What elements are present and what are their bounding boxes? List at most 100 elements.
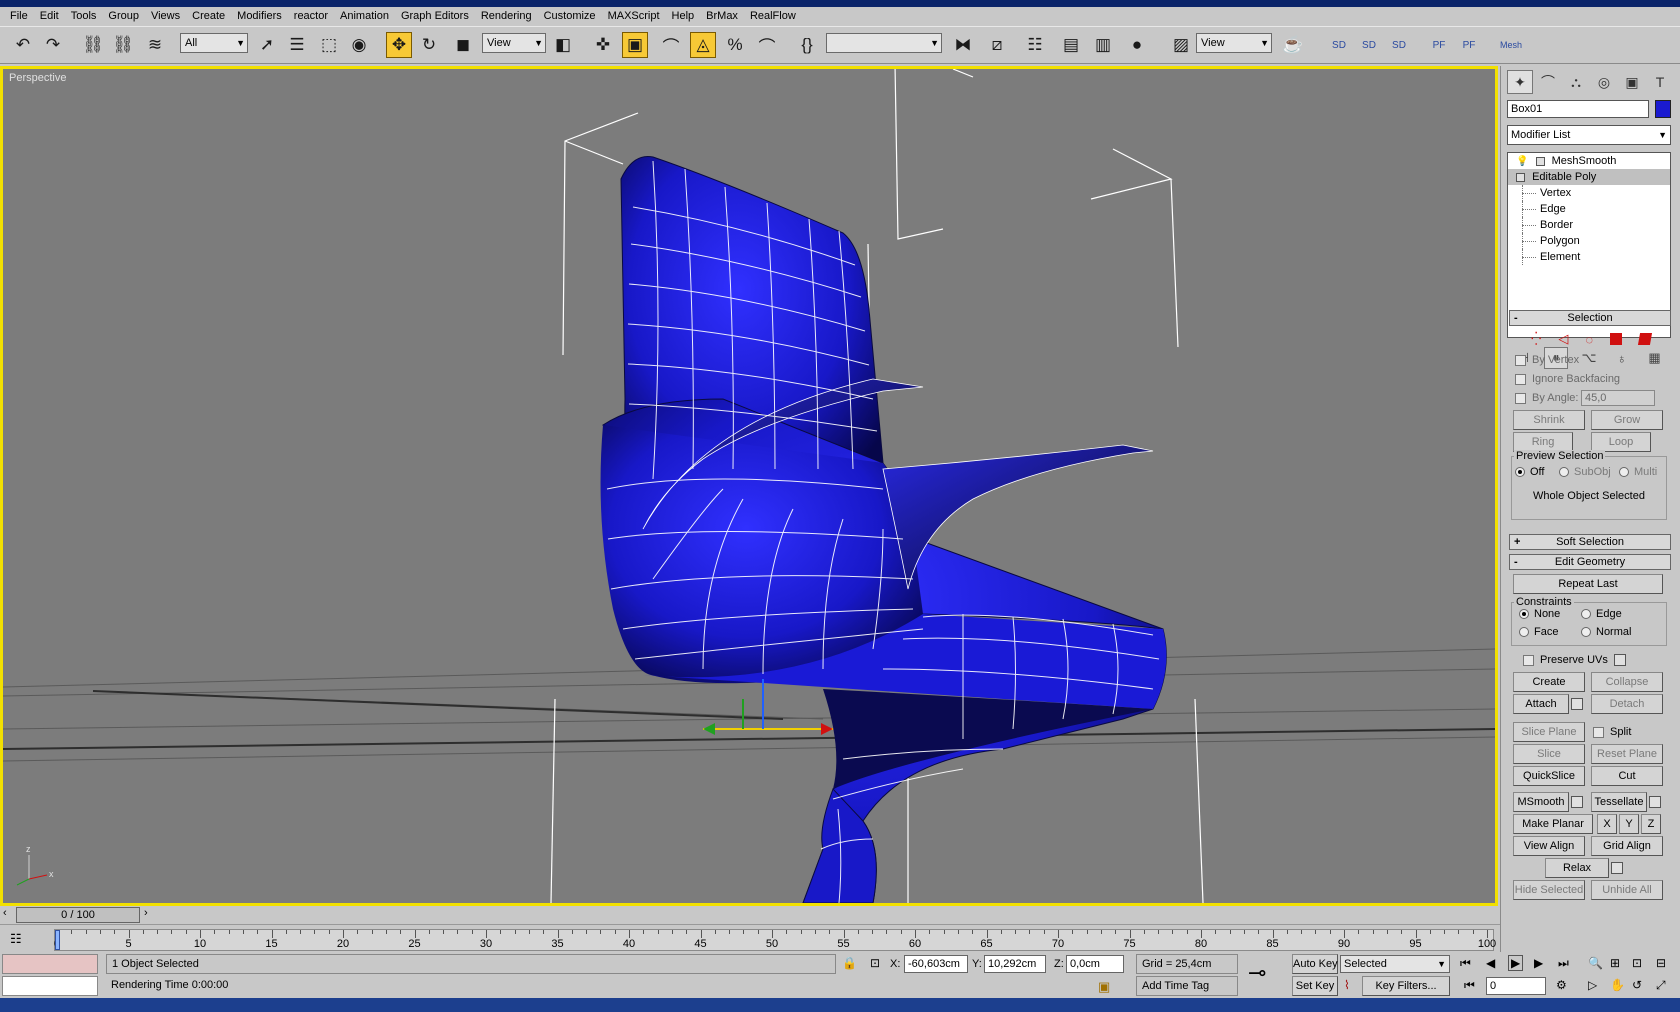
snaps-toggle-icon[interactable]: ⌒ — [658, 32, 684, 58]
motion-tab-icon[interactable]: ◎ — [1591, 70, 1617, 94]
key-mode-dropdown[interactable]: Selected ▼ — [1340, 955, 1450, 973]
go-to-start-icon[interactable]: ⏮ — [1460, 956, 1471, 971]
x-coordinate-field[interactable]: -60,603cm — [904, 955, 968, 973]
y-coordinate-field[interactable]: 10,292cm — [984, 955, 1046, 973]
menu-brmax[interactable]: BrMax — [700, 7, 744, 25]
menu-graph-editors[interactable]: Graph Editors — [395, 7, 475, 25]
render-scene-icon[interactable]: ▨ — [1168, 32, 1194, 58]
split-checkbox[interactable] — [1593, 726, 1604, 738]
undo-icon[interactable]: ↶ — [10, 32, 36, 58]
tessellate-button[interactable]: Tessellate — [1591, 792, 1647, 812]
preserve-uvs-checkbox[interactable] — [1523, 654, 1534, 666]
reset-plane-button[interactable]: Reset Plane — [1591, 744, 1663, 764]
hierarchy-tab-icon[interactable]: ⛬ — [1563, 70, 1589, 94]
zoom-icon[interactable]: 🔍 — [1588, 956, 1603, 970]
menu-customize[interactable]: Customize — [538, 7, 602, 25]
time-configuration-icon[interactable]: ⚙ — [1556, 978, 1567, 992]
sd-tool-2-icon[interactable]: SD — [1356, 32, 1382, 58]
mirror-icon[interactable]: ⧓ — [950, 32, 976, 58]
mesh-tool-button[interactable]: Mesh — [1498, 32, 1524, 58]
pan-icon[interactable]: ✋ — [1610, 978, 1625, 992]
sd-tool-1-icon[interactable]: SD — [1326, 32, 1352, 58]
spinner-snap-icon[interactable]: ⌒ — [754, 32, 780, 58]
utilities-tab-icon[interactable]: T — [1647, 70, 1673, 94]
preserve-uvs-settings-icon[interactable] — [1613, 654, 1626, 666]
percent-snap-icon[interactable]: % — [722, 32, 748, 58]
preview-multi-option[interactable]: Multi — [1619, 464, 1657, 480]
angle-snap-icon[interactable]: ◬ — [690, 32, 716, 58]
create-tab-icon[interactable]: ✦ — [1507, 70, 1533, 94]
track-bar-menu-icon[interactable]: ☷ — [10, 931, 22, 947]
by-angle-option[interactable]: By Angle: — [1515, 390, 1578, 406]
relax-button[interactable]: Relax — [1545, 858, 1609, 878]
by-angle-spinner[interactable]: 45,0 — [1581, 390, 1655, 406]
menu-tools[interactable]: Tools — [65, 7, 103, 25]
object-color-swatch[interactable] — [1655, 100, 1671, 118]
edit-named-selection-icon[interactable]: {} — [794, 32, 820, 58]
play-icon[interactable]: ▶ — [1508, 955, 1524, 971]
by-vertex-option[interactable]: By Vertex — [1515, 352, 1579, 368]
constraint-normal-option[interactable]: Normal — [1581, 624, 1631, 640]
set-key-icon[interactable]: ⊸ — [1248, 960, 1266, 986]
cut-button[interactable]: Cut — [1591, 766, 1663, 786]
detach-button[interactable]: Detach — [1591, 694, 1663, 714]
maximize-viewport-icon[interactable]: ⤢ — [1656, 978, 1666, 993]
repeat-last-button[interactable]: Repeat Last — [1513, 574, 1663, 594]
lock-selection-icon[interactable]: 🔒 — [842, 956, 857, 970]
zoom-extents-icon[interactable]: ⊡ — [1632, 956, 1642, 970]
constraint-none-option[interactable]: None — [1519, 606, 1560, 622]
slice-plane-button[interactable]: Slice Plane — [1513, 722, 1585, 742]
lightbulb-icon[interactable]: 💡 — [1516, 156, 1528, 167]
selection-rollout-header[interactable]: - Selection — [1509, 310, 1671, 326]
keyboard-shortcut-override-icon[interactable]: ▣ — [622, 32, 648, 58]
msmooth-button[interactable]: MSmooth — [1513, 792, 1569, 812]
select-manipulate-icon[interactable]: ✜ — [590, 32, 616, 58]
layer-manager-icon[interactable]: ☷ — [1022, 32, 1048, 58]
menu-modifiers[interactable]: Modifiers — [231, 7, 288, 25]
time-slider[interactable]: 0 / 100 — [16, 907, 140, 923]
view-align-button[interactable]: View Align — [1513, 836, 1585, 856]
by-vertex-checkbox[interactable] — [1515, 354, 1526, 366]
reference-coordinate-dropdown[interactable]: View ▼ — [482, 33, 546, 53]
select-by-name-icon[interactable]: ☰ — [284, 32, 310, 58]
object-name-field[interactable]: Box01 — [1507, 100, 1649, 118]
loop-button[interactable]: Loop — [1591, 432, 1651, 452]
ignore-backfacing-option[interactable]: Ignore Backfacing — [1515, 371, 1620, 387]
constraint-face-option[interactable]: Face — [1519, 624, 1558, 640]
auto-key-button[interactable]: Auto Key — [1292, 954, 1338, 974]
ignore-backfacing-checkbox[interactable] — [1515, 373, 1526, 385]
z-coordinate-field[interactable]: 0,0cm — [1066, 955, 1124, 973]
configure-modifier-sets-icon[interactable]: ▦ — [1643, 347, 1667, 369]
menu-maxscript[interactable]: MAXScript — [602, 7, 666, 25]
edit-geometry-rollout-header[interactable]: - Edit Geometry — [1509, 554, 1671, 570]
next-frame-icon[interactable]: ▶ — [1534, 956, 1543, 970]
key-mode-toggle-icon[interactable]: ⏮ — [1464, 978, 1475, 993]
current-frame-field[interactable]: 0 — [1486, 977, 1546, 995]
display-tab-icon[interactable]: ▣ — [1619, 70, 1645, 94]
select-object-icon[interactable]: ➚ — [254, 32, 280, 58]
window-crossing-icon[interactable]: ◉ — [346, 32, 372, 58]
quick-render-icon[interactable]: ☕ — [1280, 32, 1306, 58]
stack-item-border[interactable]: Border — [1508, 217, 1670, 233]
grow-button[interactable]: Grow — [1591, 410, 1663, 430]
planar-x-button[interactable]: X — [1597, 814, 1617, 834]
add-time-tag-button[interactable]: Add Time Tag — [1136, 976, 1238, 996]
element-level-icon[interactable] — [1637, 333, 1653, 345]
border-level-icon[interactable]: ◌ — [1585, 332, 1593, 347]
make-unique-icon[interactable]: ⌥ — [1577, 347, 1601, 369]
polygon-level-icon[interactable] — [1610, 333, 1623, 345]
stack-item-polygon[interactable]: Polygon — [1508, 233, 1670, 249]
create-button[interactable]: Create — [1513, 672, 1585, 692]
stack-item-vertex[interactable]: Vertex — [1508, 185, 1670, 201]
collapse-icon[interactable] — [1516, 172, 1525, 182]
menu-reactor[interactable]: reactor — [288, 7, 334, 25]
preserve-uvs-option[interactable]: Preserve UVs — [1523, 652, 1626, 668]
maxscript-listener-input[interactable] — [2, 976, 98, 996]
grid-align-button[interactable]: Grid Align — [1591, 836, 1663, 856]
ring-button[interactable]: Ring — [1513, 432, 1573, 452]
constraint-edge-option[interactable]: Edge — [1581, 606, 1622, 622]
stack-item-meshsmooth[interactable]: 💡 MeshSmooth — [1508, 153, 1670, 169]
named-selection-dropdown[interactable]: ▼ — [826, 33, 942, 53]
by-angle-checkbox[interactable] — [1515, 392, 1526, 404]
redo-icon[interactable]: ↷ — [40, 32, 66, 58]
